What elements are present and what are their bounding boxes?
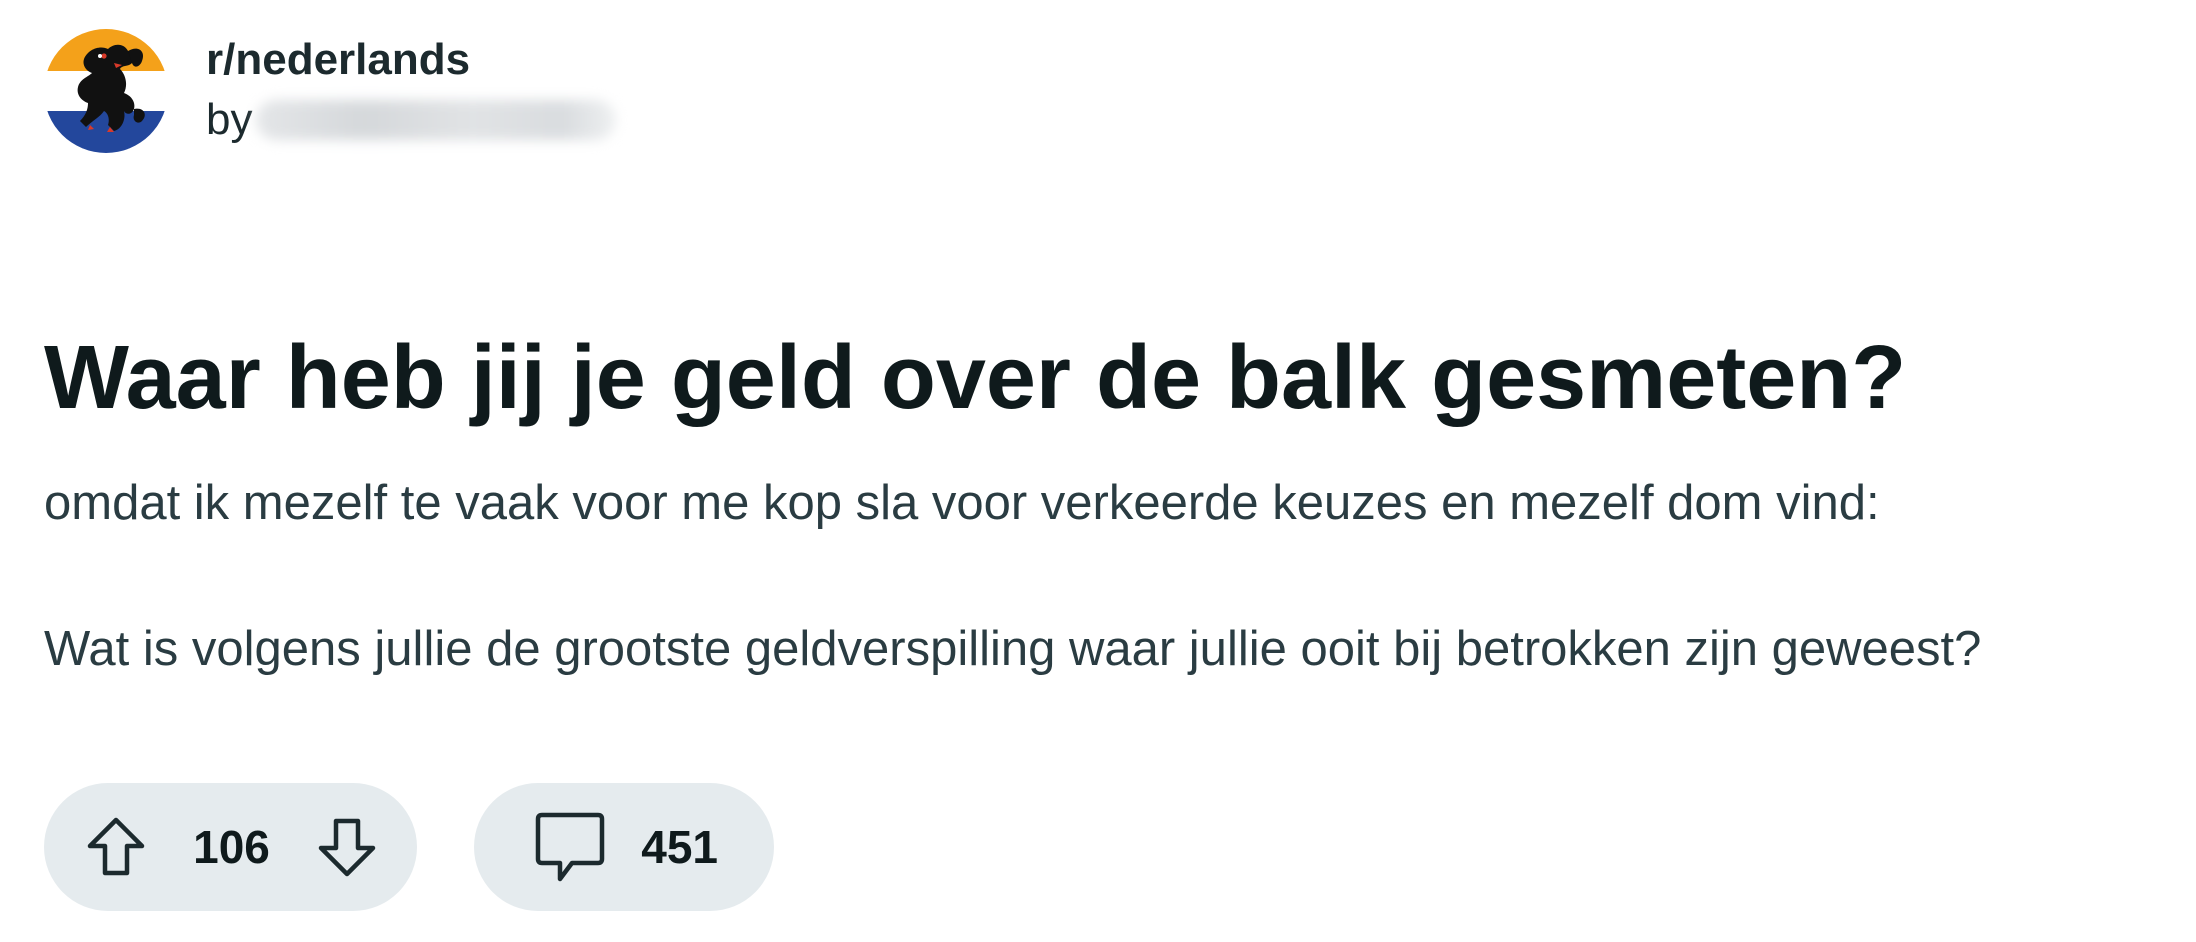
by-label: by — [206, 95, 253, 144]
upvote-button[interactable] — [84, 815, 148, 879]
post-actions: 106 451 — [44, 783, 774, 911]
post-meta: r/nederlands by — [206, 31, 617, 151]
speech-bubble-icon — [535, 812, 605, 882]
downvote-button[interactable] — [315, 815, 379, 879]
vote-score: 106 — [193, 821, 270, 873]
subreddit-name[interactable]: r/nederlands — [206, 31, 616, 89]
byline: by — [206, 89, 617, 151]
post-body-paragraph: omdat ik mezelf te vaak voor me kop sla … — [44, 476, 1880, 530]
subreddit-avatar[interactable] — [44, 29, 168, 153]
arrow-up-icon — [87, 817, 145, 876]
post-title[interactable]: Waar heb jij je geld over de balk gesmet… — [44, 318, 1906, 438]
post-body-paragraph: Wat is volgens jullie de grootste geldve… — [44, 622, 1982, 676]
flemish-lion-icon — [44, 29, 168, 153]
comment-count: 451 — [641, 821, 718, 873]
comment-icon-wrap — [532, 809, 608, 885]
post-header: r/nederlands by — [44, 26, 617, 156]
author-name-redacted[interactable] — [256, 100, 617, 140]
vote-bar: 106 — [44, 783, 417, 911]
post-body: omdat ik mezelf te vaak voor me kop sla … — [44, 470, 1981, 762]
comments-button[interactable]: 451 — [474, 783, 774, 911]
arrow-down-icon — [318, 818, 376, 877]
